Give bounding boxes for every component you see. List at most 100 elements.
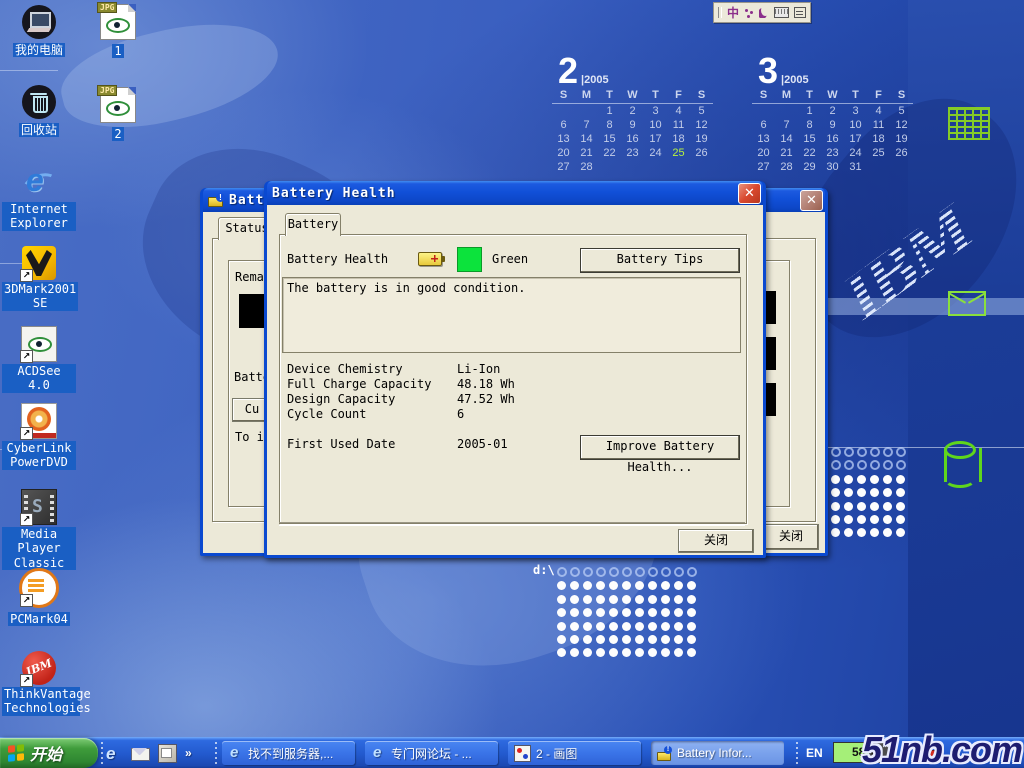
wallpaper-dot	[570, 622, 579, 631]
calendar-day	[667, 160, 690, 174]
ie-icon	[228, 746, 243, 761]
quick-launch-expand-icon[interactable]: »	[185, 746, 192, 760]
calendar-month: 3	[758, 50, 778, 91]
wallpaper-dot	[896, 475, 905, 484]
calendar-feb: 2|2005SMTWTFS123456789101112131415161718…	[552, 50, 713, 174]
calendar-day: 27	[752, 160, 775, 174]
status-text: Green	[492, 252, 528, 266]
calendar-day: 15	[798, 132, 821, 146]
task-button-Battery-Infor-[interactable]: Battery Infor...	[651, 741, 784, 765]
calendar-day: 19	[690, 132, 713, 146]
wallpaper-dot	[557, 595, 566, 604]
wallpaper-dot	[831, 502, 840, 511]
show-desktop-icon[interactable]	[158, 744, 177, 763]
close-icon[interactable]: ✕	[738, 183, 761, 204]
start-button[interactable]: 开始	[0, 738, 98, 768]
field-label: Cycle Count	[287, 407, 457, 421]
calendar-day-header: W	[821, 88, 844, 104]
calendar-month: 2	[558, 50, 578, 91]
shortcut-arrow-icon: ↗	[20, 350, 33, 363]
task-buttons: 找不到服务器,... 专门网论坛 - ... 2 - 画图 Battery Infor…	[222, 741, 784, 765]
wallpaper-dot	[622, 635, 631, 644]
ime-drag-handle[interactable]	[718, 7, 722, 18]
language-indicator[interactable]: EN	[806, 746, 823, 760]
desktop-icon-thinkvantage-technologies[interactable]: IBM↗ThinkVantage Technologies	[2, 651, 76, 717]
desktop-icon-jpg-2[interactable]: JPG2	[94, 87, 142, 143]
task-button-找不到服务器-[interactable]: 找不到服务器,...	[222, 741, 355, 765]
wallpaper-dot	[583, 648, 592, 657]
ime-pen-icon[interactable]	[759, 8, 769, 18]
ime-chinese-mode-icon[interactable]: 中	[727, 7, 739, 19]
wallpaper-dot	[570, 608, 579, 617]
wallpaper-dot	[609, 622, 618, 631]
wallpaper-dot	[687, 608, 696, 617]
calendar-day: 25	[867, 146, 890, 160]
desktop-icon-label: PCMark04	[8, 612, 70, 626]
calendar-day: 8	[598, 118, 621, 132]
battery-health-titlebar[interactable]: Battery Health ✕	[267, 181, 763, 205]
desktop-icon-recycle-bin[interactable]: 回收站	[2, 85, 76, 139]
ime-punctuation-icon[interactable]	[744, 8, 754, 18]
battery-tips-button[interactable]: Battery Tips	[580, 248, 740, 273]
ime-keyboard-icon[interactable]	[774, 7, 789, 18]
desktop-icon-acdsee-40[interactable]: ↗ACDSee 4.0	[2, 326, 76, 394]
wallpaper-dot	[870, 460, 880, 470]
wallpaper-dot	[844, 502, 853, 511]
field-value: 6	[457, 407, 464, 421]
wallpaper-shape	[52, 5, 287, 146]
wallpaper-dot	[648, 581, 657, 590]
calendar-today: 25	[667, 146, 690, 160]
calendar-day: 6	[752, 118, 775, 132]
watermark: 51nb.com	[862, 729, 1022, 768]
wallpaper-dot	[583, 581, 592, 590]
calendar-day	[552, 104, 575, 119]
calendar-day: 17	[644, 132, 667, 146]
desktop-icon-internet-explorer[interactable]: eInternet Explorer	[2, 166, 76, 232]
desktop-icon-pcmark04[interactable]: ↗ PCMark04	[2, 568, 76, 628]
desktop-icon-cyberlink-powerdvd[interactable]: ↗CyberLink PowerDVD	[2, 403, 76, 471]
calendar-day: 21	[775, 146, 798, 160]
calendar-day: 13	[552, 132, 575, 146]
calendar-day: 11	[667, 118, 690, 132]
wallpaper-dot	[596, 622, 605, 631]
desktop-icon-media-player-classic[interactable]: S↗Media Player Classic	[2, 489, 76, 572]
wallpaper-dot	[687, 567, 697, 577]
wallpaper-dot	[609, 595, 618, 604]
wallpaper-dot	[674, 581, 683, 590]
close-button-bg-window[interactable]: 关闭	[763, 524, 819, 550]
desktop-icon-3dmark2001-se[interactable]: ↗3DMark2001 SE	[2, 246, 76, 312]
ime-menu-icon[interactable]	[794, 7, 806, 18]
wallpaper-dot	[609, 608, 618, 617]
wallpaper-dot	[674, 622, 683, 631]
desktop-icon-my-computer[interactable]: 我的电脑	[2, 5, 76, 59]
close-icon[interactable]: ✕	[800, 190, 823, 211]
database-cylinder-icon	[944, 448, 982, 482]
wallpaper-dot	[583, 595, 592, 604]
task-button-2-画图[interactable]: 2 - 画图	[508, 741, 641, 765]
wallpaper-dot	[896, 515, 905, 524]
ime-toolbar[interactable]: 中	[713, 2, 811, 23]
wallpaper-dot	[857, 475, 866, 484]
dot-grid-right	[816, 445, 907, 539]
tray-separator	[795, 742, 798, 764]
desktop-icon-jpg-1[interactable]: JPG1	[94, 4, 142, 60]
ie-quicklaunch-icon[interactable]: e	[106, 745, 123, 762]
wallpaper-dot	[635, 622, 644, 631]
pcmark04-icon: ↗	[19, 568, 59, 608]
calendar-day: 16	[821, 132, 844, 146]
task-button-专门网论坛-[interactable]: 专门网论坛 - ...	[365, 741, 498, 765]
improve-battery-health-button[interactable]: Improve Battery Health...	[580, 435, 740, 460]
mail-quicklaunch-icon[interactable]	[131, 748, 150, 761]
desktop-icon-label: 回收站	[19, 123, 59, 137]
wallpaper-dot	[596, 648, 605, 657]
media-player-classic-icon: S↗	[21, 489, 57, 525]
close-button-dialog[interactable]: 关闭	[678, 529, 754, 553]
desktop-icon-label: Internet Explorer	[2, 202, 76, 231]
calendar-day-header: W	[621, 88, 644, 104]
tab-battery[interactable]: Battery	[285, 213, 341, 236]
wallpaper-dot	[687, 581, 696, 590]
calendar-day: 29	[798, 160, 821, 174]
wallpaper-dot	[557, 622, 566, 631]
calendar-day: 2	[621, 104, 644, 119]
wallpaper-dot	[883, 475, 892, 484]
